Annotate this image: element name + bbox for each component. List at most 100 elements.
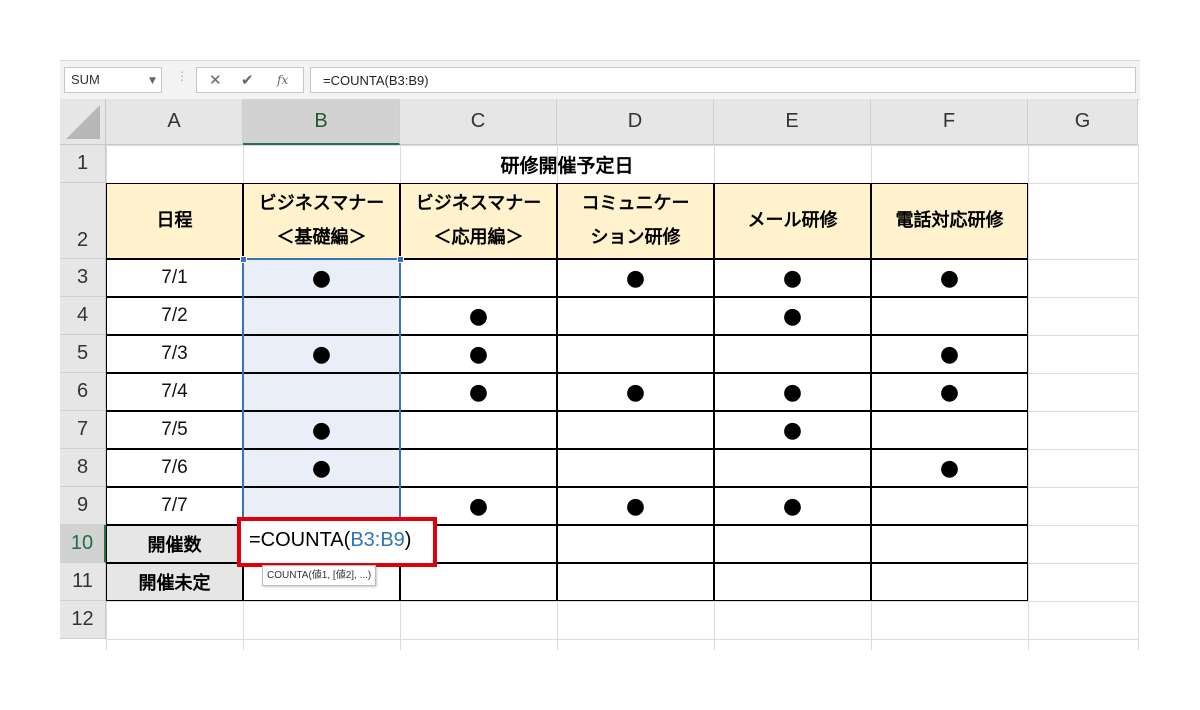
mark-cell[interactable]: [714, 335, 871, 373]
chevron-down-icon[interactable]: ▼: [149, 76, 156, 86]
mark-cell[interactable]: ●: [714, 259, 871, 297]
mark-cell[interactable]: [557, 297, 714, 335]
header-text: ビジネスマナー: [415, 192, 542, 214]
mark-cell[interactable]: ●: [871, 373, 1028, 411]
range-selection: [242, 258, 401, 526]
column-header-e[interactable]: E: [714, 99, 871, 145]
mark-cell[interactable]: [871, 297, 1028, 335]
formula-input[interactable]: =COUNTA(B3:B9): [310, 67, 1136, 93]
date-cell[interactable]: 7/1: [106, 259, 243, 297]
result-cell[interactable]: [871, 563, 1028, 601]
formula-buttons: ✕ ✔ fx: [196, 67, 304, 93]
row-header-1[interactable]: 1: [60, 145, 106, 183]
gridline: [1028, 145, 1029, 650]
drag-handle-icon[interactable]: ⋮: [176, 69, 188, 83]
mark-cell[interactable]: ●: [714, 373, 871, 411]
count-label[interactable]: 開催数: [106, 525, 243, 563]
gridline: [1138, 145, 1139, 650]
row-header-2[interactable]: 2: [60, 183, 106, 259]
date-cell[interactable]: 7/7: [106, 487, 243, 525]
mark-cell[interactable]: ●: [714, 297, 871, 335]
header-course-5[interactable]: 電話対応研修: [871, 183, 1028, 259]
row-header-12[interactable]: 12: [60, 601, 106, 639]
result-cell[interactable]: [400, 563, 557, 601]
header-text: 電話対応研修: [895, 209, 1004, 231]
result-cell[interactable]: [714, 563, 871, 601]
mark-cell[interactable]: ●: [714, 487, 871, 525]
result-cell[interactable]: [714, 525, 871, 563]
row-header-7[interactable]: 7: [60, 411, 106, 449]
column-header-a[interactable]: A: [106, 99, 243, 145]
mark-cell[interactable]: [557, 335, 714, 373]
select-all-icon: [66, 104, 100, 139]
date-cell[interactable]: 7/5: [106, 411, 243, 449]
name-box[interactable]: SUM ▼: [64, 67, 162, 93]
formula-bar: SUM ▼ ⋮ ✕ ✔ fx =COUNTA(B3:B9): [60, 60, 1140, 100]
date-cell[interactable]: 7/3: [106, 335, 243, 373]
mark-cell[interactable]: [557, 411, 714, 449]
header-text: ＜応用編＞: [433, 227, 524, 248]
date-cell[interactable]: 7/2: [106, 297, 243, 335]
result-cell[interactable]: [871, 525, 1028, 563]
header-text: ＜基礎編＞: [276, 227, 367, 248]
header-course-4[interactable]: メール研修: [714, 183, 871, 259]
mark-cell[interactable]: [871, 487, 1028, 525]
mark-cell[interactable]: ●: [557, 487, 714, 525]
header-text: コミュニケー: [581, 192, 690, 214]
mark-cell[interactable]: [400, 449, 557, 487]
selection-handle[interactable]: [240, 256, 247, 263]
row-header-11[interactable]: 11: [60, 563, 106, 601]
cancel-icon[interactable]: ✕: [209, 71, 222, 89]
row-header-9[interactable]: 9: [60, 487, 106, 525]
insert-function-icon[interactable]: fx: [277, 73, 288, 87]
row-header-5[interactable]: 5: [60, 335, 106, 373]
header-course-3[interactable]: コミュニケー ション研修: [557, 183, 714, 259]
mark-cell[interactable]: ●: [400, 297, 557, 335]
mark-cell[interactable]: [557, 449, 714, 487]
mark-cell[interactable]: ●: [557, 373, 714, 411]
mark-cell[interactable]: [400, 411, 557, 449]
mark-cell[interactable]: ●: [400, 335, 557, 373]
gridline: [106, 639, 1138, 640]
mark-cell[interactable]: [871, 411, 1028, 449]
column-header-b[interactable]: B: [243, 99, 400, 145]
mark-cell[interactable]: ●: [871, 259, 1028, 297]
row-header-10[interactable]: 10: [60, 525, 106, 563]
column-header-d[interactable]: D: [557, 99, 714, 145]
date-cell[interactable]: 7/6: [106, 449, 243, 487]
column-header-c[interactable]: C: [400, 99, 557, 145]
header-date[interactable]: 日程: [106, 183, 243, 259]
undecided-label[interactable]: 開催未定: [106, 563, 243, 601]
mark-cell[interactable]: ●: [714, 411, 871, 449]
sheet-title[interactable]: 研修開催予定日: [106, 145, 1028, 183]
mark-cell[interactable]: ●: [400, 373, 557, 411]
header-text: メール研修: [747, 209, 838, 231]
result-cell[interactable]: [557, 563, 714, 601]
row-header-4[interactable]: 4: [60, 297, 106, 335]
mark-cell[interactable]: ●: [557, 259, 714, 297]
column-header-g[interactable]: G: [1028, 99, 1138, 145]
header-text: ビジネスマナー: [258, 192, 385, 214]
name-box-value: SUM: [71, 72, 100, 87]
column-header-f[interactable]: F: [871, 99, 1028, 145]
select-all-corner[interactable]: [60, 99, 106, 145]
header-text: ション研修: [590, 227, 681, 248]
result-cell[interactable]: [557, 525, 714, 563]
cell-edit-box[interactable]: =COUNTA(B3:B9): [237, 517, 437, 567]
function-tooltip: COUNTA(値1, [値2], ...): [262, 565, 377, 586]
header-course-2[interactable]: ビジネスマナー ＜応用編＞: [400, 183, 557, 259]
row-header-8[interactable]: 8: [60, 449, 106, 487]
date-cell[interactable]: 7/4: [106, 373, 243, 411]
gridline: [106, 601, 1138, 602]
mark-cell[interactable]: ●: [871, 449, 1028, 487]
mark-cell[interactable]: ●: [871, 335, 1028, 373]
formula-text: =COUNTA(B3:B9): [323, 73, 429, 88]
mark-cell[interactable]: [400, 259, 557, 297]
cell-edit-formula: =COUNTA(B3:B9): [249, 529, 412, 551]
row-header-6[interactable]: 6: [60, 373, 106, 411]
header-course-1[interactable]: ビジネスマナー ＜基礎編＞: [243, 183, 400, 259]
row-header-3[interactable]: 3: [60, 259, 106, 297]
selection-handle[interactable]: [397, 256, 404, 263]
enter-icon[interactable]: ✔: [241, 71, 254, 89]
mark-cell[interactable]: [714, 449, 871, 487]
